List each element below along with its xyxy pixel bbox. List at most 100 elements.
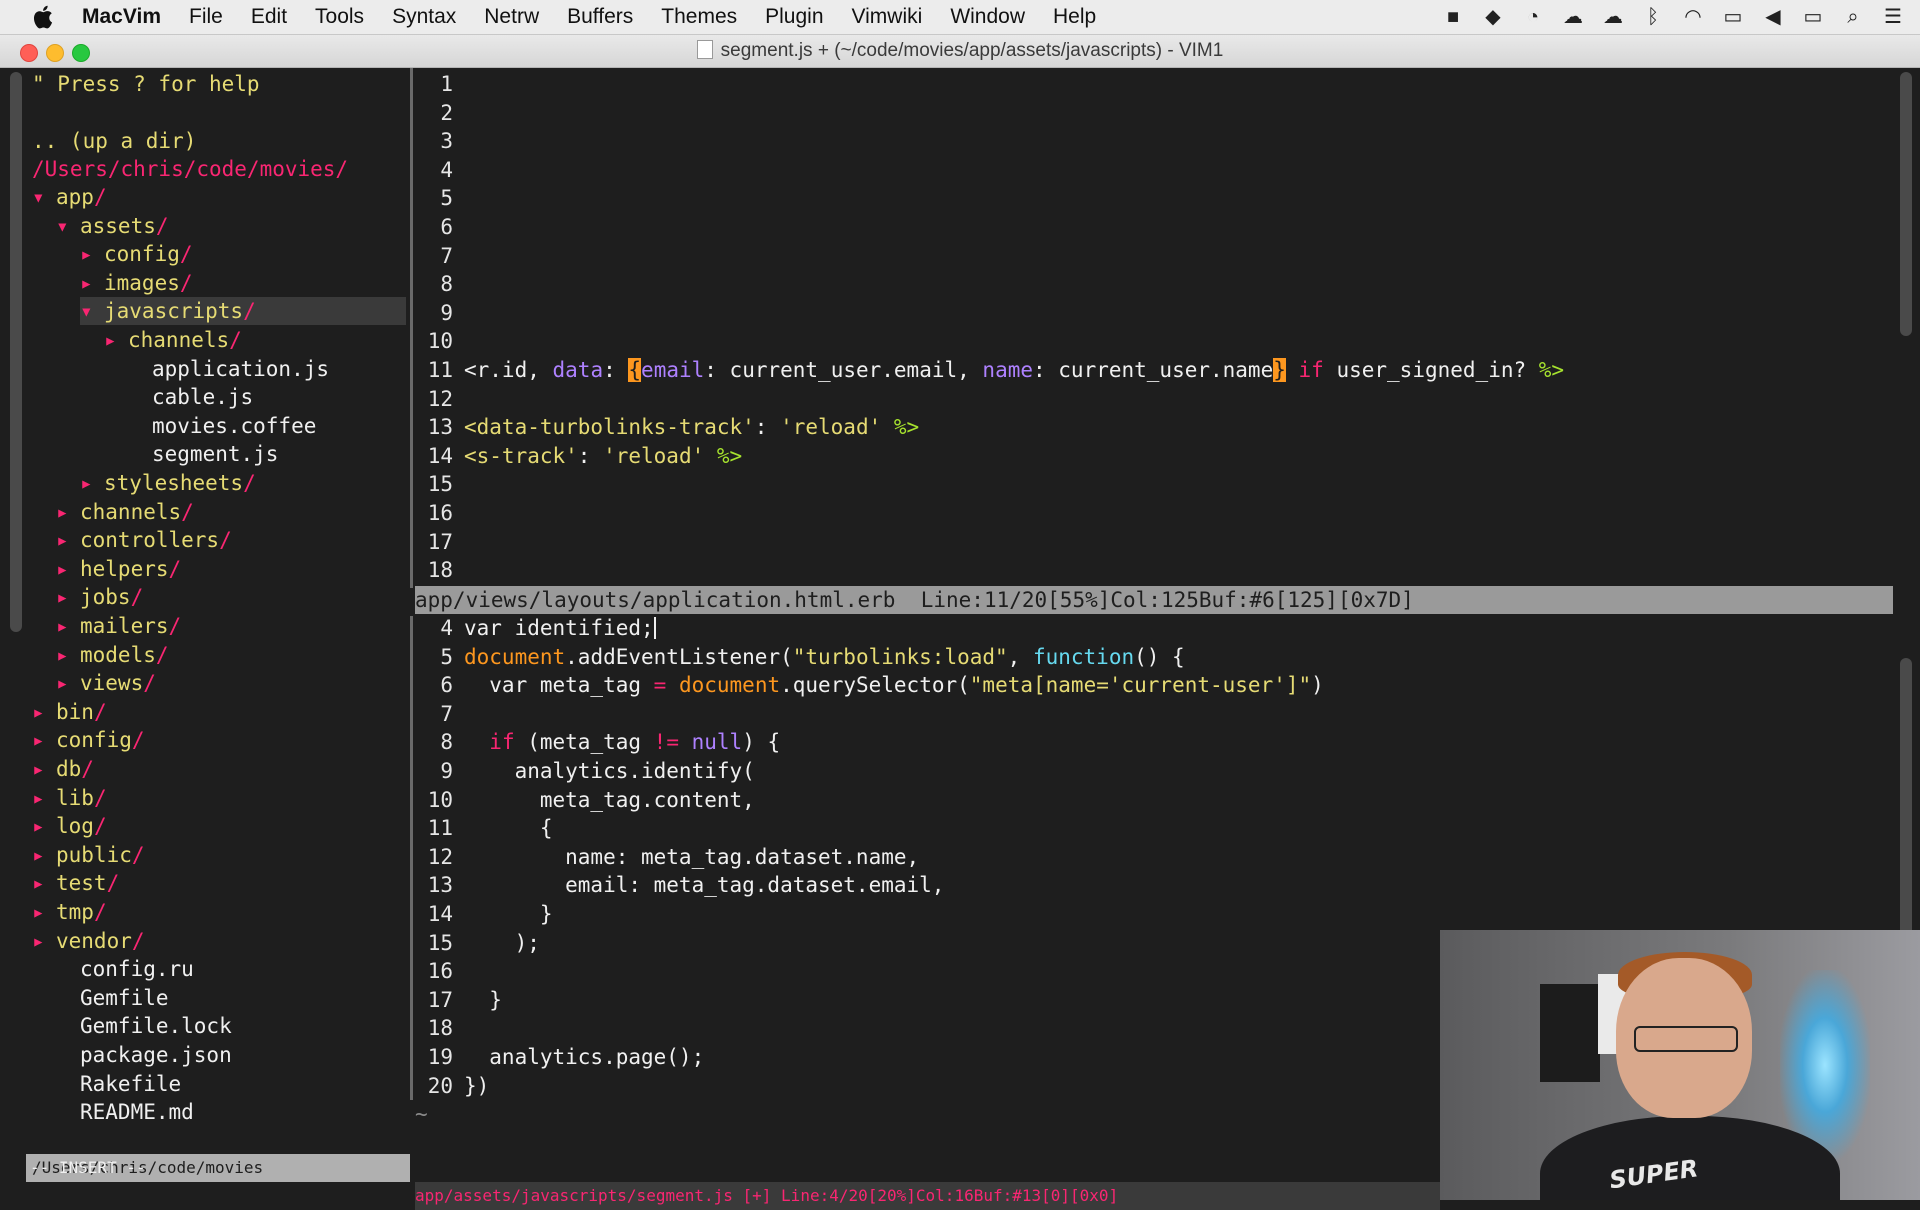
- line-number: 7: [440, 701, 453, 726]
- tree-dir-entry[interactable]: ▸ channels/: [104, 326, 242, 354]
- spotlight-search-icon[interactable]: ⌕: [1840, 6, 1866, 28]
- line-number: 13: [427, 415, 453, 440]
- tree-dir-entry[interactable]: ▸ views/: [56, 669, 156, 697]
- line-number: 6: [440, 673, 453, 698]
- menu-syntax[interactable]: Syntax: [392, 5, 456, 29]
- menu-themes[interactable]: Themes: [661, 5, 737, 29]
- caret-right-icon: ▸: [56, 671, 69, 696]
- tree-dir-entry[interactable]: ▸ jobs/: [56, 583, 143, 611]
- tree-entry-name: application.js: [152, 356, 330, 381]
- tree-file-entry[interactable]: Gemfile: [56, 984, 169, 1012]
- tree-dir-slash: /: [155, 642, 169, 667]
- code-token: 'reload': [780, 415, 882, 440]
- caret-right-icon: ▸: [104, 328, 117, 352]
- tree-file-entry[interactable]: Rakefile: [56, 1070, 181, 1098]
- right-scrollbar-top[interactable]: [1900, 72, 1912, 336]
- line-number: 12: [427, 386, 453, 411]
- menu-buffers[interactable]: Buffers: [567, 5, 633, 29]
- tree-dir-entry[interactable]: ▸ helpers/: [56, 555, 181, 583]
- cloud-icon[interactable]: ☁: [1560, 6, 1586, 28]
- code-line[interactable]: }: [464, 986, 502, 1014]
- tree-dir-entry[interactable]: ▸ test/: [32, 869, 119, 897]
- menu-bar: MacVim File Edit Tools Syntax Netrw Buff…: [0, 0, 1920, 35]
- tree-file-entry[interactable]: segment.js: [128, 440, 278, 468]
- menu-tools[interactable]: Tools: [315, 5, 364, 29]
- bluetooth-icon[interactable]: ᛒ: [1640, 6, 1666, 28]
- menu-netrw[interactable]: Netrw: [484, 5, 539, 29]
- tree-dir-entry[interactable]: ▸ public/: [32, 841, 145, 869]
- tree-dir-entry[interactable]: ▸ channels/: [56, 498, 194, 526]
- tree-dir-entry[interactable]: ▸ log/: [32, 812, 107, 840]
- menu-edit[interactable]: Edit: [251, 5, 287, 29]
- tree-root-path[interactable]: /Users/chris/code/movies/: [32, 155, 348, 183]
- tree-file-entry[interactable]: config.ru: [56, 955, 194, 983]
- menu-vimwiki[interactable]: Vimwiki: [852, 5, 923, 29]
- line-number: 12: [427, 844, 453, 869]
- code-line[interactable]: );: [464, 929, 540, 957]
- code-line[interactable]: {: [464, 814, 553, 842]
- code-token: }): [464, 1073, 490, 1098]
- airplay-icon[interactable]: ▭: [1720, 6, 1746, 28]
- code-line[interactable]: <r.id, data: {email: current_user.email,…: [464, 356, 1564, 384]
- tree-dir-entry[interactable]: ▸ stylesheets/: [80, 469, 256, 497]
- code-token: document: [464, 644, 566, 669]
- code-line[interactable]: document.addEventListener("turbolinks:lo…: [464, 643, 1185, 671]
- tree-dir-entry[interactable]: ▸ controllers/: [56, 526, 232, 554]
- code-line[interactable]: }: [464, 900, 553, 928]
- tree-dir-entry[interactable]: ▸ bin/: [32, 698, 107, 726]
- dropbox-icon[interactable]: ◆: [1480, 6, 1506, 28]
- wifi-icon[interactable]: ◠: [1680, 6, 1706, 28]
- volume-icon[interactable]: ◀: [1760, 6, 1786, 28]
- cloud-dark-icon[interactable]: ☁: [1600, 6, 1626, 28]
- code-line[interactable]: var meta_tag = document.querySelector("m…: [464, 671, 1324, 699]
- code-line[interactable]: <data-turbolinks-track': 'reload' %>: [464, 413, 919, 441]
- tree-dir-entry[interactable]: ▸ config/: [80, 240, 193, 268]
- tree-file-entry[interactable]: package.json: [56, 1041, 232, 1069]
- code-token: document: [678, 673, 781, 698]
- code-line[interactable]: <s-track': 'reload' %>: [464, 442, 742, 470]
- code-line[interactable]: analytics.page();: [464, 1043, 704, 1071]
- apple-menu-icon[interactable]: [30, 3, 58, 31]
- menu-help[interactable]: Help: [1053, 5, 1096, 29]
- tree-dir-entry[interactable]: ▾ assets/: [56, 212, 169, 240]
- code-line[interactable]: meta_tag.content,: [464, 786, 755, 814]
- activity-icon[interactable]: ◔: [1520, 6, 1546, 28]
- notification-center-icon[interactable]: ☰: [1880, 6, 1906, 28]
- code-line[interactable]: }): [464, 1072, 489, 1100]
- menu-file[interactable]: File: [189, 5, 223, 29]
- tree-dir-entry[interactable]: ▸ images/: [80, 269, 193, 297]
- menu-plugin[interactable]: Plugin: [765, 5, 823, 29]
- code-token: email: [641, 358, 705, 382]
- tree-dir-entry[interactable]: ▸ models/: [56, 641, 169, 669]
- battery-icon[interactable]: ▭: [1800, 6, 1826, 28]
- tree-file-entry[interactable]: movies.coffee: [128, 412, 316, 440]
- line-number: 10: [427, 787, 453, 812]
- tree-dir-entry[interactable]: ▸ lib/: [32, 784, 107, 812]
- left-scrollbar[interactable]: [10, 72, 22, 632]
- tree-file-entry[interactable]: Gemfile.lock: [56, 1012, 232, 1040]
- tree-dir-entry[interactable]: ▾ javascripts/: [80, 297, 406, 326]
- tree-file-entry[interactable]: README.md: [56, 1098, 194, 1126]
- tree-dir-entry[interactable]: ▸ db/: [32, 755, 94, 783]
- code-line[interactable]: var identified;: [464, 614, 656, 642]
- code-line[interactable]: name: meta_tag.dataset.name,: [464, 843, 919, 871]
- line-number: 14: [427, 443, 453, 468]
- tree-up-dir[interactable]: .. (up a dir): [32, 127, 196, 155]
- tree-dir-entry[interactable]: ▸ vendor/: [32, 927, 145, 955]
- code-line[interactable]: analytics.identify(: [464, 757, 755, 785]
- tree-dir-entry[interactable]: ▾ app/: [32, 183, 107, 211]
- code-token: %>: [1538, 358, 1565, 382]
- camera-icon[interactable]: ■: [1440, 6, 1466, 28]
- code-line[interactable]: if (meta_tag != null) {: [464, 728, 780, 756]
- tree-dir-entry[interactable]: ▸ tmp/: [32, 898, 107, 926]
- tree-dir-entry[interactable]: ▸ config/: [32, 726, 145, 754]
- menu-window[interactable]: Window: [950, 5, 1025, 29]
- code-token: ,: [1007, 644, 1033, 669]
- code-token: .querySelector(: [780, 673, 970, 698]
- tree-dir-entry[interactable]: ▸ mailers/: [56, 612, 181, 640]
- tree-file-entry[interactable]: cable.js: [128, 383, 253, 411]
- code-line[interactable]: email: meta_tag.dataset.email,: [464, 871, 944, 899]
- tree-file-entry[interactable]: application.js: [128, 355, 329, 383]
- line-number: 17: [427, 529, 453, 554]
- menu-app-name[interactable]: MacVim: [82, 5, 161, 29]
